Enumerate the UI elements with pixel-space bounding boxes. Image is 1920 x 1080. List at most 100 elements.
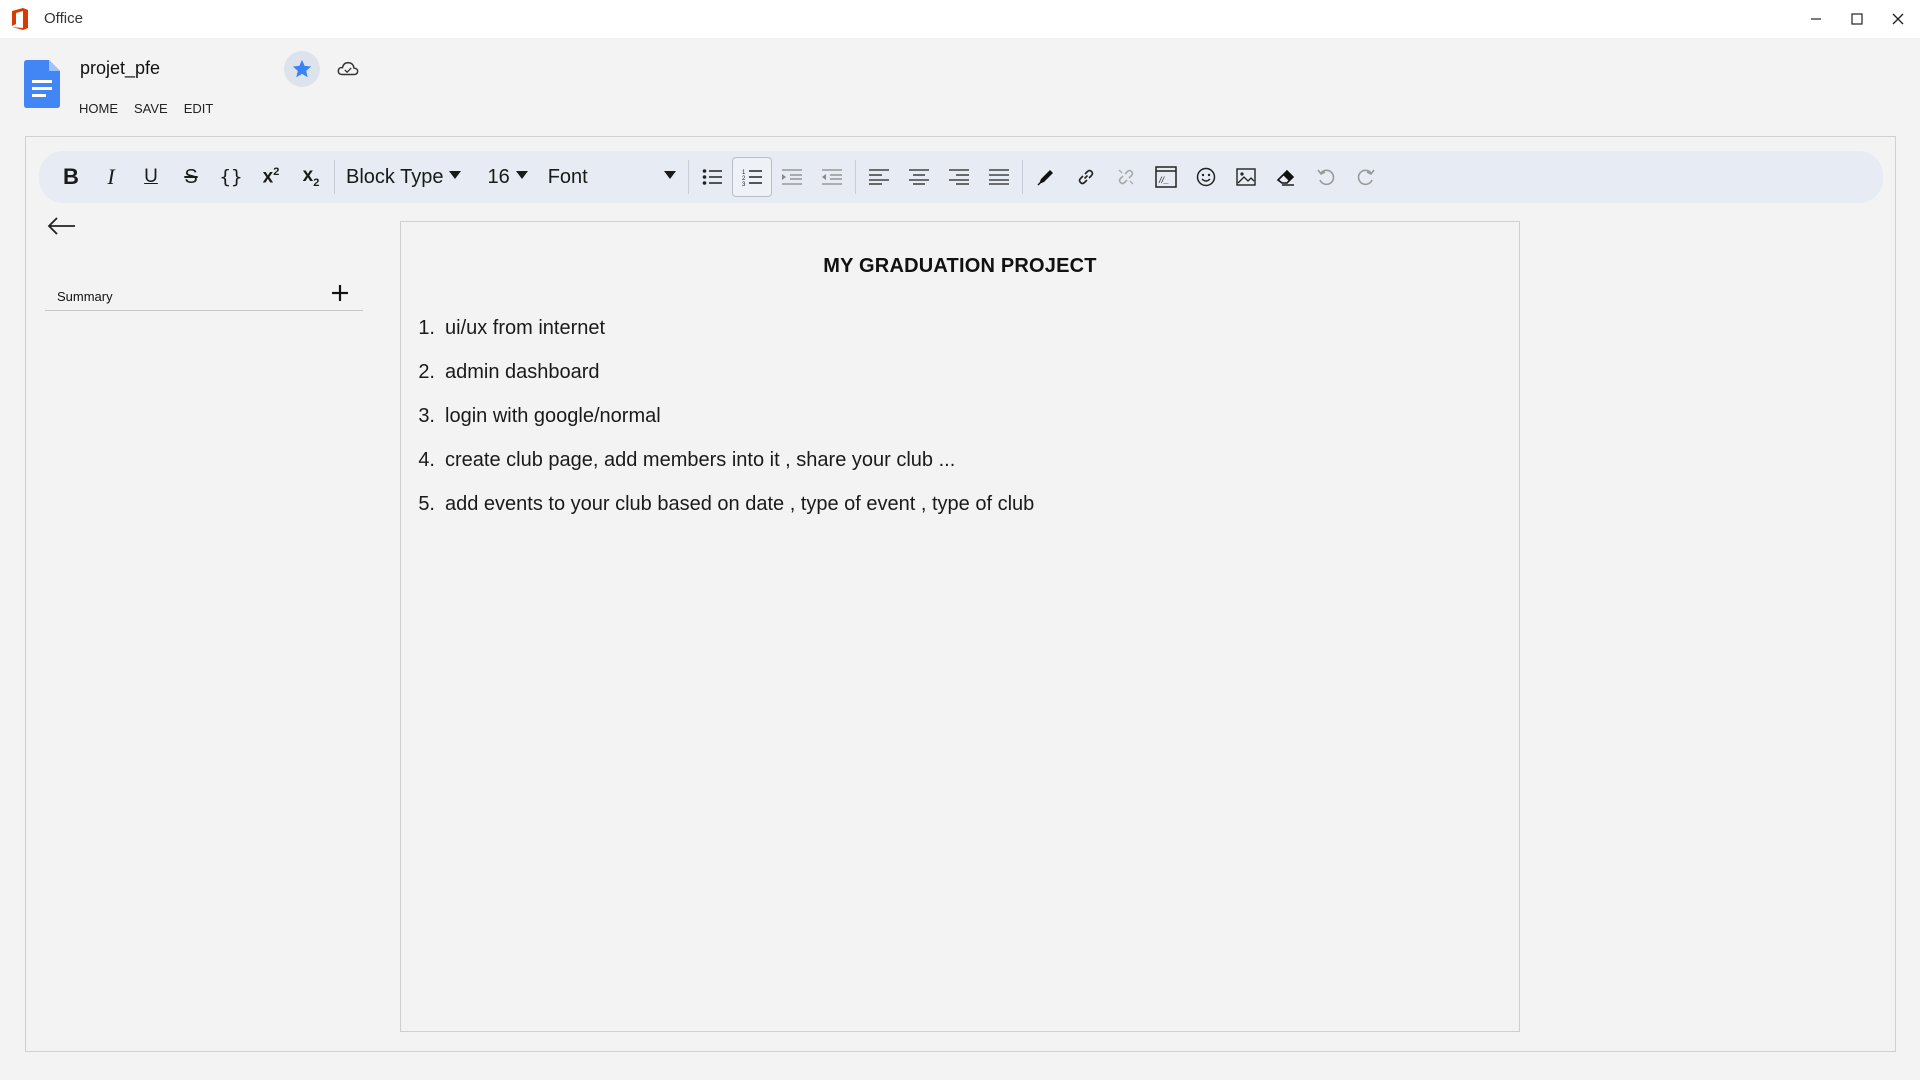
italic-button[interactable]: I (91, 157, 131, 197)
toolbar-separator (687, 160, 689, 194)
undo-button[interactable] (1306, 157, 1346, 197)
menu-home[interactable]: HOME (79, 101, 118, 116)
redo-button[interactable] (1346, 157, 1386, 197)
italic-icon: I (107, 164, 115, 189)
bold-icon: B (63, 164, 79, 189)
embed-button[interactable]: //_ (1146, 157, 1186, 197)
menu-save[interactable]: SAVE (134, 101, 168, 116)
list-number: 5. (418, 493, 435, 515)
subscript-button[interactable]: x2 (291, 157, 331, 197)
list-text: admin dashboard (445, 361, 600, 383)
toolbar-separator (334, 160, 335, 194)
list-item: 4. create club page, add members into it … (411, 449, 1491, 493)
summary-section: Summary (45, 281, 363, 311)
image-icon (1236, 168, 1256, 186)
title-bar: Office (0, 0, 1920, 38)
close-button[interactable] (1877, 0, 1919, 38)
list-number: 1. (418, 317, 435, 339)
block-type-select[interactable]: Block Type (346, 165, 462, 189)
cloud-icon (337, 61, 359, 76)
list-number: 2. (418, 361, 435, 383)
align-center-button[interactable] (899, 157, 939, 197)
redo-icon (1357, 169, 1375, 186)
bold-button[interactable]: B (51, 157, 91, 197)
chevron-down-icon (449, 171, 462, 179)
chevron-down-icon (663, 171, 676, 179)
list-item: 3. login with google/normal (411, 405, 1491, 449)
list-number: 3. (418, 405, 435, 427)
underline-icon: U (144, 166, 158, 187)
minimize-button[interactable] (1795, 0, 1837, 38)
indent-button[interactable] (772, 157, 812, 197)
strikethrough-button[interactable]: S (171, 157, 211, 197)
code-icon: {} (219, 166, 243, 188)
code-button[interactable]: {} (211, 157, 251, 197)
font-select[interactable]: Font (548, 166, 676, 189)
embed-icon: //_ (1154, 166, 1177, 188)
numbered-list: 1. ui/ux from internet 2. admin dashboard … (411, 317, 1491, 537)
align-left-icon (868, 169, 889, 185)
maximize-icon (1851, 13, 1863, 25)
superscript-button[interactable]: x2 (251, 157, 291, 197)
block-type-label: Block Type (346, 165, 444, 188)
toolbar-separator (854, 160, 856, 194)
align-right-button[interactable] (939, 157, 979, 197)
font-size-label: 16 (487, 165, 510, 188)
outdent-button[interactable] (812, 157, 852, 197)
unlink-icon (1118, 169, 1134, 185)
maximize-button[interactable] (1836, 0, 1878, 38)
emoji-button[interactable] (1186, 157, 1226, 197)
eraser-icon (1276, 169, 1294, 186)
strikethrough-icon: S (184, 165, 198, 188)
list-text: login with google/normal (445, 405, 661, 427)
list-item: 1. ui/ux from internet (411, 317, 1491, 361)
document-header: projet_pfe HOME SAVE EDIT (0, 38, 1920, 136)
outdent-icon (821, 169, 842, 185)
list-item: 2. admin dashboard (411, 361, 1491, 405)
list-number: 4. (418, 449, 435, 471)
menu-edit[interactable]: EDIT (184, 101, 214, 116)
emoji-icon (1196, 167, 1215, 187)
document-menu: HOME SAVE EDIT (79, 101, 213, 116)
favorite-button[interactable] (284, 51, 320, 87)
list-text: create club page, add members into it , … (445, 449, 956, 471)
summary-label: Summary (57, 289, 113, 304)
page-title: MY GRADUATION PROJECT (823, 255, 1097, 277)
eraser-button[interactable] (1266, 157, 1306, 197)
bullet-list-icon (702, 169, 722, 185)
underline-button[interactable]: U (131, 157, 171, 197)
document-icon (24, 60, 60, 108)
link-button[interactable] (1066, 157, 1106, 197)
subscript-icon: x2 (302, 165, 320, 189)
cloud-sync-button[interactable] (332, 53, 364, 85)
list-item: 5. add events to your club based on date … (411, 493, 1491, 537)
toolbar-separator (1021, 160, 1023, 194)
add-summary-icon[interactable] (328, 281, 352, 305)
list-text: add events to your club based on date , … (445, 493, 1035, 515)
document-title: projet_pfe (80, 58, 161, 78)
align-justify-button[interactable] (979, 157, 1019, 197)
pen-button[interactable] (1026, 157, 1066, 197)
align-left-button[interactable] (859, 157, 899, 197)
svg-text://_: //_ (1158, 175, 1169, 185)
image-button[interactable] (1226, 157, 1266, 197)
align-center-icon (908, 169, 929, 185)
svg-text:3: 3 (742, 182, 746, 186)
numbered-list-button[interactable]: 123 (731, 157, 772, 197)
pen-icon (1037, 170, 1053, 186)
editor-frame: B I U S {} x2 x2 Block Type 16 Font 123 (25, 136, 1896, 1052)
indent-icon (781, 169, 802, 185)
align-right-icon (948, 169, 969, 185)
star-icon (292, 59, 312, 78)
bullet-list-button[interactable] (692, 157, 732, 197)
minimize-icon (1811, 18, 1821, 20)
link-icon (1078, 169, 1094, 185)
font-size-select[interactable]: 16 (487, 165, 528, 189)
editor-toolbar: B I U S {} x2 x2 Block Type 16 Font 123 (39, 151, 1883, 203)
chevron-down-icon (515, 171, 528, 179)
back-arrow-icon[interactable] (46, 212, 78, 240)
office-logo-icon (12, 8, 28, 30)
close-icon (1892, 13, 1904, 25)
document-page[interactable]: MY GRADUATION PROJECT 1. ui/ux from inter… (400, 221, 1520, 1032)
unlink-button[interactable] (1106, 157, 1146, 197)
